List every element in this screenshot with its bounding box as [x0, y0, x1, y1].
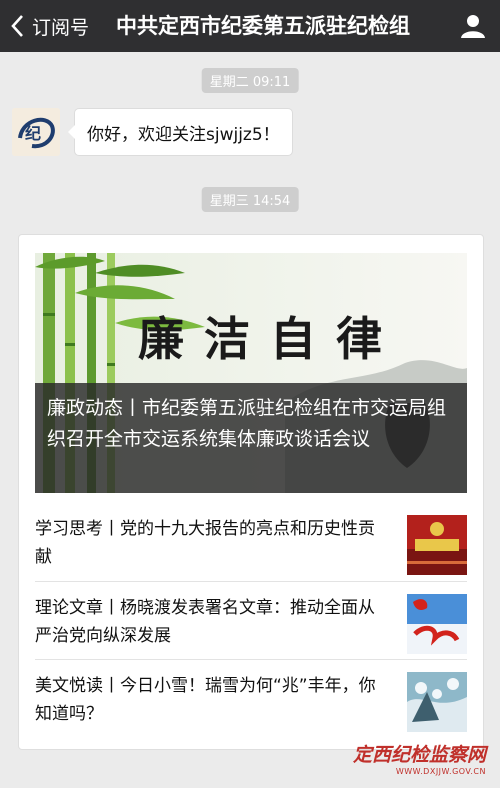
person-icon[interactable]	[460, 13, 486, 39]
list-item[interactable]: 学习思考丨党的十九大报告的亮点和历史性贡献	[35, 503, 467, 581]
watermark-title: 定西纪检监察网	[352, 744, 486, 766]
timestamp: 星期二 09:11	[201, 68, 299, 93]
list-item-title: 美文悦读丨今日小雪！瑞雪为何“兆”丰年，你知道吗？	[35, 676, 376, 724]
list-item-title: 理论文章丨杨晓渡发表署名文章：推动全面从严治党向纵深发展	[35, 598, 375, 646]
thumbnail-image	[407, 594, 467, 654]
thumbnail-image	[407, 515, 467, 575]
back-label: 订阅号	[32, 16, 90, 39]
hero-caption: 廉政动态丨市纪委第五派驻纪检组在市交运局组织召开全市交运系统集体廉政谈话会议	[35, 383, 467, 493]
message-text: 你好，欢迎关注sjwjjz5！	[87, 124, 280, 145]
thumbnail-image	[407, 672, 467, 732]
message-bubble[interactable]: 你好，欢迎关注sjwjjz5！	[68, 108, 293, 156]
list-item[interactable]: 理论文章丨杨晓渡发表署名文章：推动全面从严治党向纵深发展	[35, 581, 467, 659]
article-card: 廉洁自律 廉政动态丨市纪委第五派驻纪检组在市交运局组织召开全市交运系统集体廉政谈…	[18, 234, 484, 750]
list-item-title: 学习思考丨党的十九大报告的亮点和历史性贡献	[35, 519, 375, 567]
site-watermark: 定西纪检监察网 WWW.DXJJW.GOV.CN	[353, 740, 486, 776]
avatar[interactable]: 纪	[12, 108, 60, 156]
hero-calligraphy: 廉洁自律	[138, 312, 402, 366]
back-button[interactable]: 订阅号	[10, 0, 89, 52]
top-bar: 订阅号 中共定西市纪委第五派驻纪检组	[0, 0, 500, 52]
hero-article[interactable]: 廉洁自律 廉政动态丨市纪委第五派驻纪检组在市交运局组织召开全市交运系统集体廉政谈…	[35, 253, 467, 493]
chevron-left-icon	[10, 14, 28, 38]
list-item[interactable]: 美文悦读丨今日小雪！瑞雪为何“兆”丰年，你知道吗？	[35, 659, 467, 737]
page-title: 中共定西市纪委第五派驻纪检组	[116, 14, 410, 38]
watermark-url: WWW.DXJJW.GOV.CN	[395, 767, 486, 776]
timestamp: 星期三 14:54	[201, 187, 299, 212]
svg-text:纪: 纪	[25, 124, 41, 143]
